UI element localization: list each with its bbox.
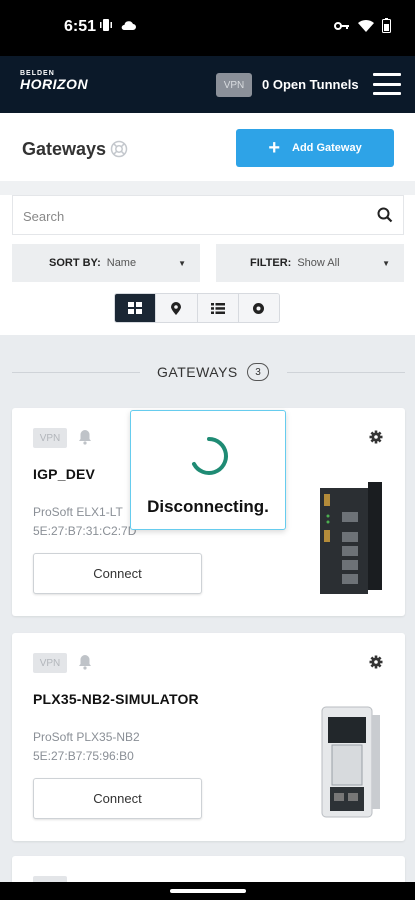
grid-icon bbox=[128, 302, 143, 314]
vibrate-icon bbox=[100, 19, 112, 31]
divider bbox=[0, 181, 415, 195]
status-view-button[interactable] bbox=[238, 294, 279, 322]
device-image bbox=[320, 482, 382, 594]
list-icon bbox=[210, 302, 225, 314]
logo-main: HORIZON bbox=[20, 76, 89, 92]
section-line-right bbox=[287, 372, 405, 373]
loading-spinner-icon bbox=[192, 437, 228, 475]
section-line-left bbox=[12, 372, 140, 373]
vpn-badge: VPN bbox=[33, 428, 67, 448]
bell-icon[interactable] bbox=[78, 654, 92, 670]
gateways-toolbar: Gateways + Add Gateway Search SORT BY: N… bbox=[0, 113, 415, 335]
connect-button[interactable]: Connect bbox=[33, 778, 202, 819]
status-time: 6:51 bbox=[64, 18, 97, 35]
grid-view-button[interactable] bbox=[115, 294, 157, 322]
status-right-icons bbox=[334, 18, 391, 33]
bell-icon[interactable] bbox=[78, 429, 92, 445]
add-gateway-label: Add Gateway bbox=[292, 142, 362, 154]
circle-status-icon bbox=[253, 302, 265, 314]
help-icon[interactable] bbox=[110, 140, 128, 158]
home-handle[interactable] bbox=[170, 889, 246, 893]
nav-bar bbox=[0, 882, 415, 900]
logo: BELDEN HORIZON bbox=[20, 70, 88, 91]
battery-icon bbox=[382, 18, 391, 33]
vpn-key-icon bbox=[334, 21, 349, 30]
caret-down-icon: ▼ bbox=[178, 259, 186, 268]
gateway-name: PLX35-NB2-SIMULATOR bbox=[33, 691, 199, 707]
search-input[interactable]: Search bbox=[12, 195, 404, 235]
add-gateway-button[interactable]: + Add Gateway bbox=[236, 129, 394, 167]
device-image bbox=[321, 706, 380, 818]
app-header: BELDEN HORIZON VPN 0 Open Tunnels bbox=[0, 56, 415, 113]
status-left-icons bbox=[98, 18, 136, 32]
sort-label: SORT BY: bbox=[49, 257, 101, 269]
page-title: Gateways bbox=[22, 139, 107, 159]
wifi-icon bbox=[358, 19, 374, 32]
filter-label: FILTER: bbox=[250, 257, 292, 269]
search-icon[interactable] bbox=[377, 207, 393, 223]
section-title: GATEWAYS bbox=[157, 364, 238, 380]
section-count-badge: 3 bbox=[247, 363, 269, 381]
section-heading: GATEWAYS 3 bbox=[0, 362, 415, 384]
gateway-model: ProSoft PLX35-NB2 bbox=[33, 730, 140, 744]
gateway-mac: 5E:27:B7:75:96:B0 bbox=[33, 749, 134, 763]
gateway-model: ProSoft ELX1-LT bbox=[33, 505, 123, 519]
status-bar: 6:51 bbox=[0, 0, 415, 56]
gateway-mac: 5E:27:B7:31:C2:7D bbox=[33, 524, 137, 538]
cloud-icon bbox=[121, 21, 136, 30]
sort-value: Name bbox=[106, 257, 137, 269]
filter-value: Show All bbox=[297, 257, 340, 269]
disconnecting-message: Disconnecting. bbox=[147, 497, 269, 516]
gear-icon[interactable] bbox=[369, 655, 383, 669]
vpn-badge: VPN bbox=[33, 653, 67, 673]
search-placeholder: Search bbox=[23, 209, 65, 224]
plus-icon: + bbox=[268, 137, 280, 159]
vpn-badge: VPN bbox=[216, 73, 252, 97]
view-toggle bbox=[114, 293, 280, 323]
list-view-button[interactable] bbox=[197, 294, 239, 322]
gateway-name: IGP_DEV bbox=[33, 466, 96, 482]
disconnecting-dialog: Disconnecting. bbox=[130, 410, 286, 530]
connect-button[interactable]: Connect bbox=[33, 553, 202, 594]
gear-icon[interactable] bbox=[369, 430, 383, 444]
filter-select[interactable]: FILTER: Show All ▼ bbox=[216, 244, 404, 282]
open-tunnels-text[interactable]: 0 Open Tunnels bbox=[262, 77, 359, 92]
map-pin-icon bbox=[171, 301, 182, 315]
sort-select[interactable]: SORT BY: Name ▼ bbox=[12, 244, 200, 282]
map-view-button[interactable] bbox=[156, 294, 198, 322]
menu-icon[interactable] bbox=[373, 73, 401, 95]
caret-down-icon: ▼ bbox=[382, 259, 390, 268]
gateway-card[interactable]: VPN PLX35-NB2-SIMULATOR ProSoft PLX35-NB… bbox=[12, 633, 405, 841]
